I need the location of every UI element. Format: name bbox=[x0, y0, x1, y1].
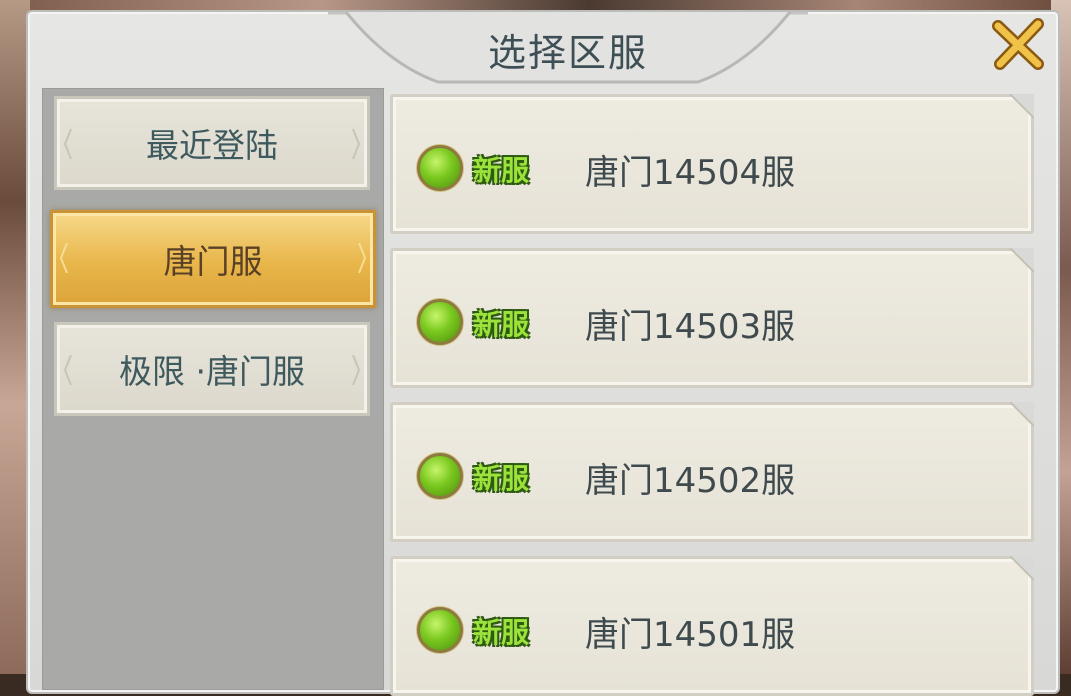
tab-ornament-right-icon bbox=[358, 243, 367, 273]
tab-label: 唐门服 bbox=[163, 242, 263, 281]
tab-label: 最近登陆 bbox=[146, 126, 278, 165]
tab-recent-login[interactable]: 最近登陆 bbox=[54, 96, 370, 190]
page-fold-icon bbox=[1010, 248, 1034, 272]
status-online-icon bbox=[417, 453, 463, 499]
server-card-14503[interactable]: 新服 唐门14503服 bbox=[390, 248, 1034, 388]
tab-ornament-right-icon bbox=[352, 355, 361, 385]
tab-tangmen-server[interactable]: 唐门服 bbox=[50, 210, 376, 308]
server-card-14501[interactable]: 新服 唐门14501服 bbox=[390, 556, 1034, 696]
server-name: 唐门14503服 bbox=[585, 307, 796, 347]
server-list: 新服 唐门14504服 新服 唐门14503服 新服 唐门14502服 新服 唐… bbox=[388, 92, 1040, 696]
status-online-icon bbox=[417, 145, 463, 191]
page-fold-icon bbox=[1010, 94, 1034, 118]
server-name: 唐门14501服 bbox=[585, 615, 796, 655]
tab-label: 极限 ·唐门服 bbox=[119, 352, 305, 391]
dialog-title: 选择区服 bbox=[487, 31, 648, 75]
new-server-badge: 新服 bbox=[473, 308, 530, 341]
close-button[interactable] bbox=[990, 16, 1046, 72]
status-online-icon bbox=[417, 299, 463, 345]
new-server-badge: 新服 bbox=[473, 462, 530, 495]
tab-ornament-right-icon bbox=[352, 129, 361, 159]
new-server-badge: 新服 bbox=[473, 154, 530, 187]
server-card-14502[interactable]: 新服 唐门14502服 bbox=[390, 402, 1034, 542]
tab-ornament-left-icon bbox=[63, 355, 72, 385]
close-x-icon bbox=[992, 18, 1044, 70]
server-card-14504[interactable]: 新服 唐门14504服 bbox=[390, 94, 1034, 234]
title-plate: 选择区服 bbox=[328, 12, 808, 86]
tab-extreme-tangmen-server[interactable]: 极限 ·唐门服 bbox=[54, 322, 370, 416]
tab-ornament-left-icon bbox=[59, 243, 68, 273]
server-name: 唐门14502服 bbox=[585, 461, 796, 501]
page-fold-icon bbox=[1010, 402, 1034, 426]
page-fold-icon bbox=[1010, 556, 1034, 580]
server-name: 唐门14504服 bbox=[585, 153, 796, 193]
new-server-badge: 新服 bbox=[473, 616, 530, 649]
status-online-icon bbox=[417, 607, 463, 653]
tab-ornament-left-icon bbox=[63, 129, 72, 159]
